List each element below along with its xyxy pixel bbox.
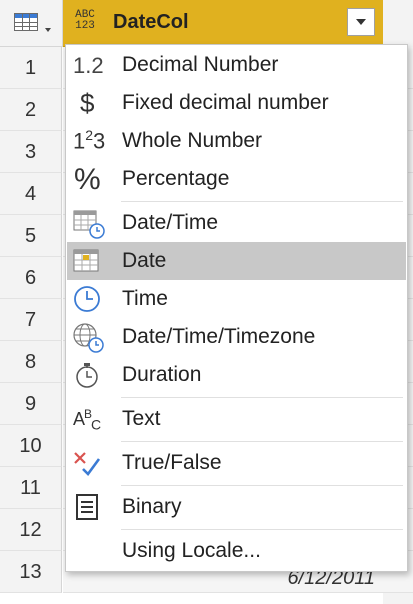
column-header[interactable]: ABC 123 DateCol: [63, 0, 383, 47]
menu-item-percentage[interactable]: % Percentage: [67, 160, 406, 198]
menu-item-true-false[interactable]: True/False: [67, 444, 406, 482]
data-type-menu: 1.2 Decimal Number $ Fixed decimal numbe…: [65, 44, 408, 572]
menu-item-date[interactable]: Date: [67, 242, 406, 280]
row-number[interactable]: 2: [0, 89, 62, 131]
table-icon: [14, 13, 38, 31]
row-number[interactable]: 5: [0, 215, 62, 257]
row-number[interactable]: 7: [0, 299, 62, 341]
menu-item-using-locale[interactable]: Using Locale...: [67, 532, 406, 570]
decimal-number-icon: 1.2: [73, 53, 104, 78]
menu-item-binary[interactable]: Binary: [67, 488, 406, 526]
calendar-icon: [71, 245, 107, 277]
currency-icon: $: [80, 88, 95, 118]
row-number[interactable]: 11: [0, 467, 62, 509]
menu-separator: [121, 529, 403, 530]
text-icon: ABC: [73, 407, 101, 433]
menu-item-whole-number[interactable]: 123 Whole Number: [67, 122, 406, 160]
date-time-icon: [71, 207, 107, 239]
menu-item-fixed-decimal-number[interactable]: $ Fixed decimal number: [67, 84, 406, 122]
chevron-down-icon: [45, 28, 51, 32]
table-menu-button[interactable]: [0, 0, 63, 46]
row-number[interactable]: 9: [0, 383, 62, 425]
true-false-icon: [71, 447, 107, 479]
binary-icon: [71, 491, 107, 523]
row-number[interactable]: 12: [0, 509, 62, 551]
menu-item-date-time-timezone[interactable]: Date/Time/Timezone: [67, 318, 406, 356]
row-number[interactable]: 6: [0, 257, 62, 299]
stopwatch-icon: [71, 359, 107, 391]
row-number[interactable]: 10: [0, 425, 62, 467]
row-number[interactable]: 4: [0, 173, 62, 215]
row-number[interactable]: 3: [0, 131, 62, 173]
menu-separator: [121, 397, 403, 398]
column-type-any-icon[interactable]: ABC 123: [70, 10, 100, 32]
row-number[interactable]: 13: [0, 551, 62, 593]
row-number[interactable]: 8: [0, 341, 62, 383]
chevron-down-icon: [356, 19, 366, 25]
menu-item-date-time[interactable]: Date/Time: [67, 204, 406, 242]
menu-item-decimal-number[interactable]: 1.2 Decimal Number: [67, 46, 406, 84]
column-title: DateCol: [113, 11, 189, 33]
whole-number-icon: 123: [73, 127, 106, 154]
percentage-icon: %: [74, 163, 101, 196]
row-number[interactable]: 1: [0, 47, 62, 89]
menu-separator: [121, 441, 403, 442]
column-filter-dropdown[interactable]: [347, 8, 375, 36]
menu-item-time[interactable]: Time: [67, 280, 406, 318]
menu-item-duration[interactable]: Duration: [67, 356, 406, 394]
globe-clock-icon: [71, 321, 107, 353]
menu-item-text[interactable]: ABC Text: [67, 400, 406, 438]
clock-icon: [71, 283, 107, 315]
menu-separator: [121, 201, 403, 202]
menu-separator: [121, 485, 403, 486]
